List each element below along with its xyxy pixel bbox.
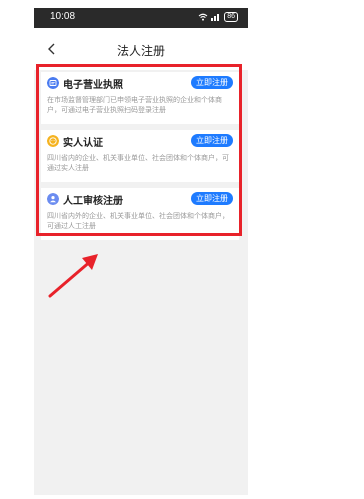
annotation-arrow-icon bbox=[48, 254, 98, 298]
battery-indicator: 86 bbox=[224, 12, 238, 22]
status-time: 10:08 bbox=[50, 11, 76, 22]
page-title: 法人注册 bbox=[116, 44, 165, 58]
status-icons: 86 bbox=[198, 12, 238, 22]
wifi-icon bbox=[198, 13, 208, 21]
status-bar: 10:08 86 bbox=[34, 8, 248, 28]
signal-icon bbox=[211, 14, 220, 21]
phone-screen: 10:08 86 法人注册 电子营业执照 立即注册 在市场监督管理部门已申领电子… bbox=[34, 8, 248, 495]
annotation-highlight-box bbox=[36, 64, 242, 236]
